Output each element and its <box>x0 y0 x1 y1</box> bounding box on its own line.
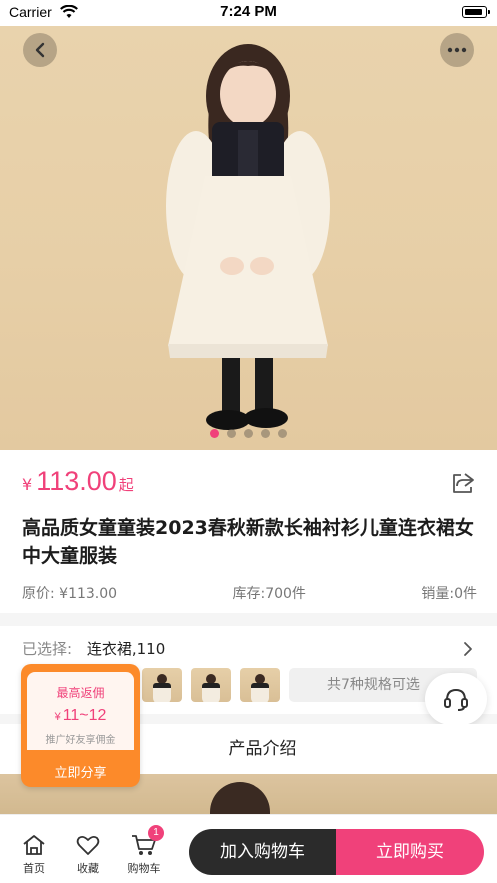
tab-home-label: 首页 <box>23 862 45 875</box>
back-button[interactable] <box>23 33 57 67</box>
commission-currency: ¥ <box>54 711 61 723</box>
chevron-right-icon <box>463 641 473 661</box>
more-dots-icon <box>447 47 467 53</box>
product-meta: 原价: ¥113.00 库存:700件 销量:0件 <box>22 583 477 603</box>
commission-note: 推广好友享佣金 <box>45 735 116 746</box>
price: ¥ 113.00 起 <box>22 466 134 497</box>
carousel-indicator <box>0 429 497 438</box>
product-intro-title: 产品介绍 <box>228 739 297 759</box>
commission-card: 最高返佣 ¥11~12 推广好友享佣金 <box>27 672 134 750</box>
cart-icon: 1 <box>120 825 168 857</box>
battery-icon <box>462 6 490 18</box>
more-button[interactable] <box>440 33 474 67</box>
carousel-dot[interactable] <box>278 429 287 438</box>
spec-thumbnail[interactable] <box>240 668 280 702</box>
product-image-carousel[interactable] <box>0 26 497 450</box>
spec-thumbnail[interactable] <box>142 668 182 702</box>
tab-cart[interactable]: 1 购物车 <box>120 825 168 876</box>
buy-now-button[interactable]: 立即购买 <box>336 829 484 875</box>
cart-badge: 1 <box>148 825 164 841</box>
tab-favorite-label: 收藏 <box>77 862 99 875</box>
commission-range-value: 11~12 <box>62 707 107 724</box>
add-to-cart-button[interactable]: 加入购物车 <box>189 829 336 875</box>
selected-spec-row[interactable]: 已选择: 连衣裙,110 <box>22 638 477 659</box>
bottom-action-bar: 首页 收藏 1 购物车 加入购物车 立即购买 <box>0 814 497 883</box>
price-suffix: 起 <box>118 476 134 494</box>
commission-title: 最高返佣 <box>56 686 105 700</box>
home-icon <box>10 833 58 857</box>
status-bar: Carrier 7:24 PM <box>0 0 497 26</box>
price-currency: ¥ <box>22 475 33 494</box>
clock: 7:24 PM <box>220 3 277 20</box>
child-dress-photo <box>166 44 330 430</box>
product-title: 高品质女童童装2023春秋新款长袖衬衫儿童连衣裙女中大童服装 <box>22 517 474 567</box>
selected-label: 已选择: <box>22 640 73 658</box>
original-price: 原价: ¥113.00 <box>22 586 118 602</box>
carousel-dot[interactable] <box>244 429 253 438</box>
commission-popup[interactable]: 最高返佣 ¥11~12 推广好友享佣金 立即分享 <box>21 664 140 787</box>
headset-icon <box>444 688 468 711</box>
customer-service-button[interactable] <box>425 673 487 725</box>
commission-range: ¥11~12 <box>27 707 134 725</box>
share-button[interactable] <box>451 472 475 498</box>
share-icon <box>453 473 474 493</box>
share-now-button[interactable]: 立即分享 <box>21 762 140 781</box>
spec-thumbnails <box>142 668 280 702</box>
tab-favorite[interactable]: 收藏 <box>64 833 112 876</box>
carousel-dot[interactable] <box>210 429 219 438</box>
price-value: 113.00 <box>36 466 117 496</box>
product-info: ¥ 113.00 起 高品质女童童装2023春秋新款长袖衬衫儿童连衣裙女中大童服… <box>0 450 497 613</box>
stock: 库存:700件 <box>232 586 306 602</box>
carousel-dot[interactable] <box>227 429 236 438</box>
tab-home[interactable]: 首页 <box>10 833 58 876</box>
sales: 销量:0件 <box>421 586 477 602</box>
chevron-left-icon <box>35 42 45 58</box>
selected-value: 连衣裙,110 <box>86 640 166 658</box>
product-detail-screen: Carrier 7:24 PM ¥ 113.00 起 高品质女童童装2023春秋… <box>0 0 497 883</box>
carousel-dot[interactable] <box>261 429 270 438</box>
heart-icon <box>64 833 112 857</box>
spec-thumbnail[interactable] <box>191 668 231 702</box>
tab-cart-label: 购物车 <box>127 862 161 875</box>
